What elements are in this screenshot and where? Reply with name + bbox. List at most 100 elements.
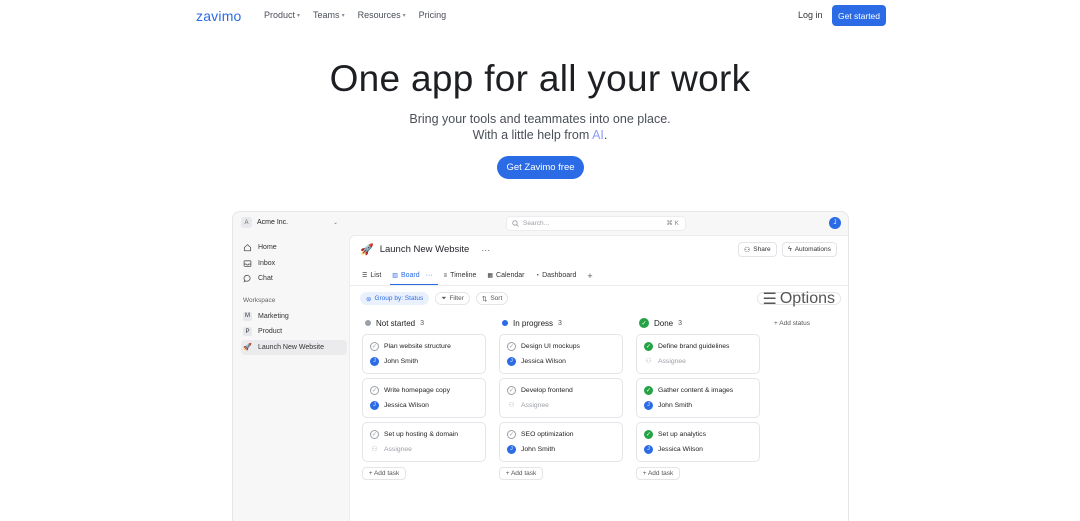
check-circle-icon[interactable]: ✓ <box>370 341 379 351</box>
chevron-down-icon: ▾ <box>402 12 406 19</box>
add-task-button[interactable]: + Add task <box>499 467 543 480</box>
assignee-name: John Smith <box>384 357 419 365</box>
get-free-button[interactable]: Get Zavimo free <box>497 156 584 179</box>
assignee-placeholder: Assignee <box>384 445 412 453</box>
ai-highlight: AI <box>592 128 604 142</box>
sidebar-label: Chat <box>258 275 273 283</box>
tab-list[interactable]: ☰ List <box>362 269 381 282</box>
search-input[interactable]: Search... ⌘ K <box>506 216 686 231</box>
hero-subtitle: Bring your tools and teammates into one … <box>0 111 1080 143</box>
nav-item-teams[interactable]: Teams ▾ <box>313 10 345 20</box>
hero-line-1: Bring your tools and teammates into one … <box>409 112 671 126</box>
more-icon[interactable]: ··· <box>426 272 433 279</box>
sidebar-item-home[interactable]: Home <box>241 240 347 256</box>
task-card[interactable]: ✓ Plan website structure J John Smith <box>362 334 486 374</box>
card-title-row: ✓ Plan website structure <box>370 341 485 351</box>
check-circle-icon[interactable]: ✓ <box>370 385 379 395</box>
lightning-icon: ϟ <box>788 246 792 253</box>
check-circle-icon[interactable]: ✓ <box>507 341 516 351</box>
tab-label: Board <box>400 272 420 279</box>
options-icon: ☰ <box>762 290 777 308</box>
nav-item-pricing[interactable]: Pricing <box>419 10 447 20</box>
calendar-icon: ▦ <box>487 273 494 279</box>
sidebar-item-inbox[interactable]: Inbox <box>241 256 347 272</box>
task-card[interactable]: ✓ Set up analytics J Jessica Wilson <box>636 422 760 462</box>
status-dot <box>502 320 508 326</box>
brand-logo[interactable]: zavimo <box>196 8 242 24</box>
chevron-down-icon: ▾ <box>297 12 301 19</box>
login-link[interactable]: Log in <box>798 10 823 20</box>
sidebar-label: Marketing <box>258 312 289 320</box>
nav-item-product[interactable]: Product ▾ <box>264 10 300 20</box>
check-circle-icon[interactable]: ✓ <box>370 429 379 439</box>
check-circle-icon[interactable]: ✓ <box>507 385 516 395</box>
group-by-button[interactable]: ⊜ Group by: Status <box>360 292 430 305</box>
add-tab-button[interactable]: + <box>587 269 592 282</box>
sidebar-item-chat[interactable]: Chat <box>241 271 347 287</box>
automations-label: Automations <box>794 246 831 253</box>
hero-line-2: With a little help from AI. <box>0 127 1080 143</box>
nav-item-resources[interactable]: Resources ▾ <box>358 10 406 20</box>
board-column-not-started: Not started 3 ✓ Plan website structure JJ… <box>362 316 486 480</box>
avatar: J <box>370 400 379 410</box>
card-assignee-row: J Jessica Wilson <box>644 444 759 454</box>
check-circle-icon[interactable]: ✓ <box>507 429 516 439</box>
card-list: ✓ Design UI mockups J Jessica Wilson ✓ Deve… <box>499 334 623 462</box>
sort-button[interactable]: ⇅ Sort <box>475 292 509 305</box>
nav-label: Resources <box>357 10 401 20</box>
view-tabs: ☰ List ▥ Board ··· ≡ Timeline ▦ Calendar ◔ Das… <box>362 269 593 282</box>
filter-icon: ⏷ <box>441 294 447 302</box>
board-icon: ▥ <box>392 273 398 279</box>
group-icon: ⊜ <box>366 295 372 303</box>
card-title-row: ✓ Set up hosting & domain <box>370 429 485 439</box>
check-circle-icon[interactable]: ✓ <box>644 429 653 439</box>
tab-label: Calendar <box>496 272 525 279</box>
sidebar: Home Inbox Chat Workspace M Marketing P … <box>241 240 347 355</box>
user-placeholder-icon[interactable]: ⚇ <box>644 357 653 366</box>
sidebar-item-marketing[interactable]: M Marketing <box>241 309 347 325</box>
task-card[interactable]: ✓ Define brand guidelines ⚇ Assignee <box>636 334 760 374</box>
task-card[interactable]: ✓ Write homepage copy J Jessica Wilson <box>362 378 486 418</box>
page-title: Launch New Website <box>379 244 470 255</box>
card-assignee-row: J John Smith <box>644 400 759 410</box>
tab-dashboard[interactable]: ◔ Dashboard <box>535 269 576 282</box>
add-task-button[interactable]: + Add task <box>362 467 406 480</box>
nav-label: Teams <box>313 10 340 20</box>
chevron-down-icon[interactable]: ⌄ <box>333 219 338 226</box>
task-title: Develop frontend <box>521 386 573 394</box>
sidebar-item-launch-new-website[interactable]: 🚀 Launch New Website <box>241 339 347 355</box>
task-card[interactable]: ✓ Develop frontend ⚇ Assignee <box>499 378 623 418</box>
card-assignee-row: ⚇ Assignee <box>370 444 485 454</box>
share-icon: ⚇ <box>744 246 751 254</box>
share-button[interactable]: ⚇ Share <box>738 242 777 257</box>
task-card[interactable]: ✓ SEO optimization J John Smith <box>499 422 623 462</box>
task-title: SEO optimization <box>521 430 574 438</box>
filter-button[interactable]: ⏷ Filter <box>435 292 470 305</box>
column-count: 3 <box>420 319 425 327</box>
automations-button[interactable]: ϟ Automations <box>782 242 837 257</box>
tab-calendar[interactable]: ▦ Calendar <box>487 269 524 282</box>
avatar: J <box>507 444 516 454</box>
more-icon[interactable]: ··· <box>481 245 490 255</box>
check-circle-icon[interactable]: ✓ <box>644 385 653 395</box>
tab-timeline[interactable]: ≡ Timeline <box>444 269 477 282</box>
column-title: Done <box>654 318 674 328</box>
check-circle-icon[interactable]: ✓ <box>644 341 653 351</box>
get-started-button[interactable]: Get started <box>832 5 886 26</box>
task-card[interactable]: ✓ Design UI mockups J Jessica Wilson <box>499 334 623 374</box>
sidebar-item-product[interactable]: P Product <box>241 324 347 340</box>
user-avatar[interactable]: J <box>829 217 841 229</box>
board-panel: 🚀 Launch New Website ··· ⚇ Share ϟ Autom… <box>349 235 848 521</box>
task-card[interactable]: ✓ Gather content & images J John Smith <box>636 378 760 418</box>
workspace-switcher[interactable]: A Acme Inc. <box>241 217 288 228</box>
add-status-button[interactable]: + Add status <box>774 320 810 327</box>
avatar: J <box>644 444 653 454</box>
add-task-button[interactable]: + Add task <box>636 467 680 480</box>
assignee-name: Jessica Wilson <box>521 357 566 365</box>
tab-board[interactable]: ▥ Board ··· <box>392 269 432 282</box>
task-card[interactable]: ✓ Set up hosting & domain ⚇ Assignee <box>362 422 486 462</box>
options-button[interactable]: ☰ Options <box>756 290 841 308</box>
user-placeholder-icon[interactable]: ⚇ <box>507 401 516 410</box>
avatar: J <box>370 356 379 366</box>
user-placeholder-icon[interactable]: ⚇ <box>370 445 379 454</box>
